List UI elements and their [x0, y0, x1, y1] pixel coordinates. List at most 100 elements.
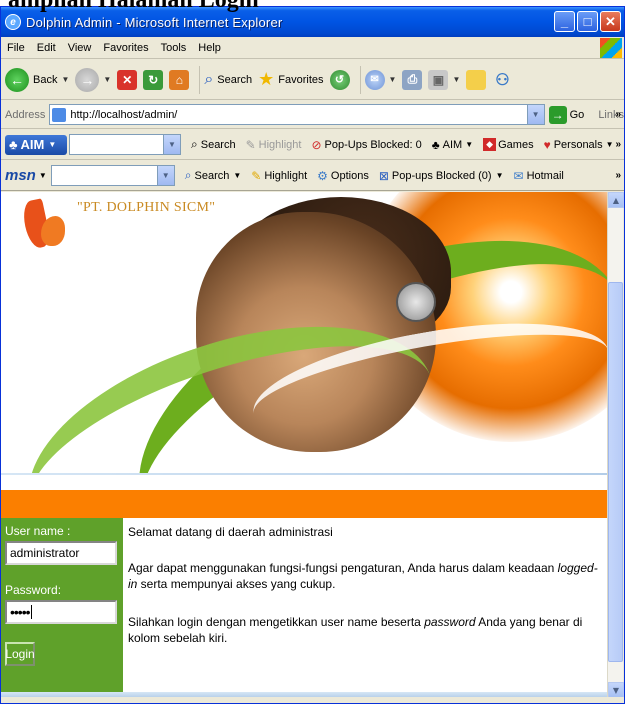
menu-tools[interactable]: Tools — [161, 42, 187, 54]
games-icon: ◆ — [483, 138, 497, 151]
menu-edit[interactable]: Edit — [37, 42, 56, 54]
forward-button[interactable]: → ▼ — [75, 67, 111, 92]
print-icon[interactable]: ⎙ — [402, 69, 423, 90]
stop-icon[interactable]: ✕ — [117, 69, 138, 90]
aim-popups-blocked[interactable]: ⊘ Pop-Ups Blocked: 0 — [311, 138, 421, 152]
chevron-right-icon[interactable]: » — [615, 170, 621, 181]
msn-highlight-button[interactable]: ✎ Highlight — [251, 169, 307, 183]
history-icon[interactable]: ↺ — [329, 69, 350, 90]
instruction-text: Agar dapat menggunakan fungsi-fungsi pen… — [128, 560, 604, 592]
standard-toolbar: ← Back ▼ → ▼ ✕ ↻ ⌂ ⌕ Search ★ Favorites … — [1, 60, 624, 100]
status-bar — [1, 697, 624, 703]
menu-view[interactable]: View — [68, 42, 92, 54]
folder-icon[interactable] — [466, 69, 487, 90]
mail-icon: ✉ — [513, 168, 524, 183]
address-label: Address — [5, 108, 46, 121]
login-hint-pre: Silahkan login dengan mengetikkan user n… — [128, 615, 425, 629]
msn-toolbar: msn ▼ ▼ ⌕ Search ▼ ✎ Highlight ⚙ Options… — [1, 161, 624, 191]
address-input[interactable]: http://localhost/admin/ ▼ — [49, 104, 545, 125]
username-value: administrator — [10, 546, 80, 560]
msn-search-input[interactable]: ▼ — [50, 165, 175, 186]
popup-blocker-icon: ⊠ — [378, 168, 389, 183]
aim-logo-text: AIM — [20, 137, 45, 152]
msn-search-label: Search — [194, 169, 230, 182]
back-button[interactable]: ← Back ▼ — [5, 67, 69, 92]
chevron-right-icon[interactable]: » — [615, 109, 621, 120]
mail-button[interactable]: ✉ ▼ — [364, 69, 397, 90]
back-arrow-icon: ← — [5, 67, 29, 92]
menu-favorites[interactable]: Favorites — [103, 42, 148, 54]
chevron-right-icon[interactable]: » — [615, 139, 621, 150]
dolphin-logo — [17, 198, 69, 252]
messenger-icon[interactable]: ⚇ — [492, 70, 512, 90]
edit-icon: ▣ — [428, 69, 449, 90]
vertical-scrollbar[interactable]: ▲ ▼ — [607, 192, 624, 698]
aim-logo[interactable]: ♣ AIM ▼ — [5, 134, 67, 155]
search-button[interactable]: ⌕ Search — [204, 71, 252, 89]
search-label: Search — [217, 73, 253, 86]
company-name: "PT. DOLPHIN SICM" — [77, 200, 216, 215]
search-icon: ⌕ — [204, 70, 214, 88]
chevron-down-icon: ▼ — [233, 171, 242, 180]
chevron-down-icon[interactable]: ▼ — [526, 105, 544, 124]
login-sidebar: User name : administrator Password: ••••… — [1, 518, 123, 698]
page-icon — [52, 107, 67, 122]
chevron-down-icon: ▼ — [465, 140, 474, 149]
login-button[interactable]: Login — [5, 642, 35, 666]
instruction-pre: Agar dapat menggunakan fungsi-fungsi pen… — [128, 561, 558, 575]
internet-explorer-icon: e — [5, 14, 21, 30]
msn-highlight-label: Highlight — [264, 169, 308, 182]
back-label: Back — [33, 73, 58, 86]
scroll-down-icon[interactable]: ▼ — [608, 682, 624, 698]
chevron-down-icon[interactable]: ▼ — [389, 75, 397, 84]
refresh-icon[interactable]: ↻ — [143, 69, 164, 90]
msn-popups-label: Pop-ups Blocked (0) — [391, 169, 492, 182]
address-url: http://localhost/admin/ — [70, 108, 178, 121]
aim-toolbar: ♣ AIM ▼ ▼ ⌕ Search ✎ Highlight ⊘ Pop-Ups … — [1, 130, 624, 160]
banner-divider — [1, 473, 607, 475]
hotmail-button[interactable]: ✉ Hotmail — [514, 169, 564, 183]
close-button[interactable]: ✕ — [600, 11, 621, 32]
window-title: Dolphin Admin - Microsoft Internet Explo… — [26, 14, 283, 30]
chevron-down-icon[interactable]: ▼ — [103, 75, 111, 84]
chevron-down-icon[interactable]: ▼ — [61, 75, 69, 84]
aim-running-man-icon: ♣ — [431, 137, 440, 152]
minimize-button[interactable]: _ — [554, 11, 575, 32]
menu-help[interactable]: Help — [198, 42, 221, 54]
msn-logo[interactable]: msn — [5, 167, 36, 184]
chevron-down-icon: ▼ — [495, 171, 504, 180]
header-banner: "PT. DOLPHIN SICM" — [1, 192, 607, 475]
maximize-button[interactable]: □ — [577, 11, 598, 32]
msn-options-button[interactable]: ⚙ Options — [317, 169, 369, 183]
msn-popups-blocked[interactable]: ⊠ Pop-ups Blocked (0) ▼ — [379, 169, 504, 183]
popup-blocker-icon: ⊘ — [311, 137, 322, 152]
aim-games-button[interactable]: ◆ Games — [483, 138, 534, 151]
chevron-down-icon[interactable]: ▼ — [163, 135, 180, 154]
scroll-up-icon[interactable]: ▲ — [608, 192, 624, 208]
browser-window: e Dolphin Admin - Microsoft Internet Exp… — [0, 6, 625, 704]
document-caption: ampilan Halaman Login — [8, 0, 259, 13]
home-icon[interactable]: ⌂ — [169, 69, 190, 90]
aim-highlight-button[interactable]: ✎ Highlight — [246, 138, 302, 152]
aim-personals-button[interactable]: ♥ Personals ▼ — [544, 138, 614, 152]
chevron-down-icon[interactable]: ▼ — [156, 166, 174, 185]
aim-search-input[interactable]: ▼ — [69, 134, 181, 155]
menu-file[interactable]: File — [7, 42, 25, 54]
windows-logo-icon — [600, 38, 622, 58]
msn-options-label: Options — [330, 169, 369, 182]
go-button[interactable]: → Go — [548, 105, 584, 124]
username-input[interactable]: administrator — [5, 541, 117, 565]
msn-search-button[interactable]: ⌕ Search ▼ — [185, 168, 242, 183]
highlighter-icon: ✎ — [245, 137, 256, 152]
aim-menu-button[interactable]: ♣ AIM ▼ — [432, 138, 473, 152]
aim-personals-label: Personals — [553, 138, 603, 151]
toolbar-separator — [359, 65, 361, 94]
password-input[interactable]: ••••• — [5, 600, 117, 624]
chevron-down-icon[interactable]: ▼ — [452, 75, 460, 84]
chevron-down-icon: ▼ — [605, 140, 614, 149]
chevron-down-icon[interactable]: ▼ — [39, 171, 47, 180]
edit-button[interactable]: ▣ ▼ — [428, 69, 460, 90]
aim-search-button[interactable]: ⌕ Search — [191, 137, 236, 152]
scrollbar-thumb[interactable] — [608, 282, 623, 662]
favorites-button[interactable]: ★ Favorites — [258, 69, 323, 90]
